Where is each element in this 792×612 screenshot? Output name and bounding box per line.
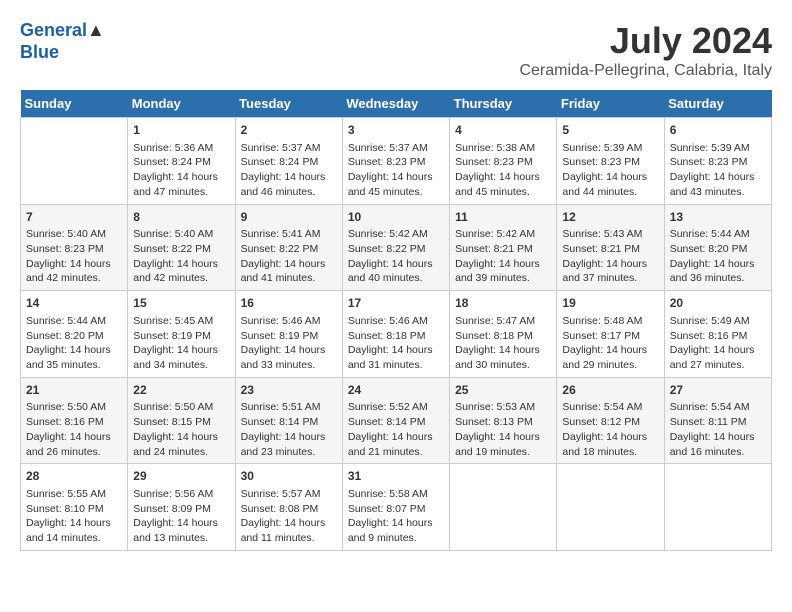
calendar-cell: 20Sunrise: 5:49 AMSunset: 8:16 PMDayligh…: [664, 291, 771, 378]
page-header: General▲ Blue July 2024 Ceramida-Pellegr…: [20, 20, 772, 80]
calendar-cell: 12Sunrise: 5:43 AMSunset: 8:21 PMDayligh…: [557, 204, 664, 291]
calendar-cell: 2Sunrise: 5:37 AMSunset: 8:24 PMDaylight…: [235, 118, 342, 205]
calendar-cell: [450, 464, 557, 551]
calendar-cell: 7Sunrise: 5:40 AMSunset: 8:23 PMDaylight…: [21, 204, 128, 291]
day-number: 18: [455, 295, 551, 312]
day-number: 14: [26, 295, 122, 312]
day-number: 15: [133, 295, 229, 312]
calendar-cell: [557, 464, 664, 551]
calendar-cell: 14Sunrise: 5:44 AMSunset: 8:20 PMDayligh…: [21, 291, 128, 378]
calendar-cell: 6Sunrise: 5:39 AMSunset: 8:23 PMDaylight…: [664, 118, 771, 205]
day-number: 16: [241, 295, 337, 312]
calendar-cell: 27Sunrise: 5:54 AMSunset: 8:11 PMDayligh…: [664, 377, 771, 464]
day-number: 31: [348, 468, 444, 485]
day-number: 17: [348, 295, 444, 312]
day-number: 19: [562, 295, 658, 312]
calendar-cell: 17Sunrise: 5:46 AMSunset: 8:18 PMDayligh…: [342, 291, 449, 378]
day-number: 27: [670, 382, 766, 399]
col-header-sunday: Sunday: [21, 90, 128, 118]
calendar-week-row: 14Sunrise: 5:44 AMSunset: 8:20 PMDayligh…: [21, 291, 772, 378]
calendar-week-row: 1Sunrise: 5:36 AMSunset: 8:24 PMDaylight…: [21, 118, 772, 205]
calendar-cell: [664, 464, 771, 551]
calendar-cell: 8Sunrise: 5:40 AMSunset: 8:22 PMDaylight…: [128, 204, 235, 291]
calendar-cell: 24Sunrise: 5:52 AMSunset: 8:14 PMDayligh…: [342, 377, 449, 464]
calendar-cell: 9Sunrise: 5:41 AMSunset: 8:22 PMDaylight…: [235, 204, 342, 291]
logo: General▲ Blue: [20, 20, 105, 63]
calendar-cell: 26Sunrise: 5:54 AMSunset: 8:12 PMDayligh…: [557, 377, 664, 464]
day-number: 24: [348, 382, 444, 399]
day-number: 20: [670, 295, 766, 312]
logo-text: General▲ Blue: [20, 20, 105, 63]
col-header-monday: Monday: [128, 90, 235, 118]
day-number: 23: [241, 382, 337, 399]
day-number: 12: [562, 209, 658, 226]
col-header-wednesday: Wednesday: [342, 90, 449, 118]
calendar-cell: 23Sunrise: 5:51 AMSunset: 8:14 PMDayligh…: [235, 377, 342, 464]
day-number: 22: [133, 382, 229, 399]
day-number: 5: [562, 122, 658, 139]
day-number: 26: [562, 382, 658, 399]
day-number: 13: [670, 209, 766, 226]
calendar-week-row: 21Sunrise: 5:50 AMSunset: 8:16 PMDayligh…: [21, 377, 772, 464]
calendar-cell: 15Sunrise: 5:45 AMSunset: 8:19 PMDayligh…: [128, 291, 235, 378]
calendar-cell: 18Sunrise: 5:47 AMSunset: 8:18 PMDayligh…: [450, 291, 557, 378]
day-number: 6: [670, 122, 766, 139]
calendar-table: SundayMondayTuesdayWednesdayThursdayFrid…: [20, 90, 772, 551]
day-number: 9: [241, 209, 337, 226]
calendar-cell: 13Sunrise: 5:44 AMSunset: 8:20 PMDayligh…: [664, 204, 771, 291]
calendar-week-row: 7Sunrise: 5:40 AMSunset: 8:23 PMDaylight…: [21, 204, 772, 291]
calendar-cell: 29Sunrise: 5:56 AMSunset: 8:09 PMDayligh…: [128, 464, 235, 551]
day-number: 11: [455, 209, 551, 226]
day-number: 29: [133, 468, 229, 485]
calendar-week-row: 28Sunrise: 5:55 AMSunset: 8:10 PMDayligh…: [21, 464, 772, 551]
day-number: 1: [133, 122, 229, 139]
calendar-cell: 31Sunrise: 5:58 AMSunset: 8:07 PMDayligh…: [342, 464, 449, 551]
day-number: 4: [455, 122, 551, 139]
calendar-cell: 21Sunrise: 5:50 AMSunset: 8:16 PMDayligh…: [21, 377, 128, 464]
calendar-cell: 16Sunrise: 5:46 AMSunset: 8:19 PMDayligh…: [235, 291, 342, 378]
calendar-cell: [21, 118, 128, 205]
day-number: 28: [26, 468, 122, 485]
day-number: 2: [241, 122, 337, 139]
calendar-cell: 11Sunrise: 5:42 AMSunset: 8:21 PMDayligh…: [450, 204, 557, 291]
day-number: 10: [348, 209, 444, 226]
location: Ceramida-Pellegrina, Calabria, Italy: [519, 62, 772, 80]
day-number: 7: [26, 209, 122, 226]
col-header-thursday: Thursday: [450, 90, 557, 118]
day-number: 25: [455, 382, 551, 399]
calendar-cell: 10Sunrise: 5:42 AMSunset: 8:22 PMDayligh…: [342, 204, 449, 291]
day-number: 3: [348, 122, 444, 139]
month-year: July 2024: [519, 20, 772, 62]
col-header-tuesday: Tuesday: [235, 90, 342, 118]
col-header-friday: Friday: [557, 90, 664, 118]
calendar-cell: 30Sunrise: 5:57 AMSunset: 8:08 PMDayligh…: [235, 464, 342, 551]
calendar-cell: 5Sunrise: 5:39 AMSunset: 8:23 PMDaylight…: [557, 118, 664, 205]
calendar-cell: 1Sunrise: 5:36 AMSunset: 8:24 PMDaylight…: [128, 118, 235, 205]
title-block: July 2024 Ceramida-Pellegrina, Calabria,…: [519, 20, 772, 80]
col-header-saturday: Saturday: [664, 90, 771, 118]
day-number: 8: [133, 209, 229, 226]
calendar-cell: 25Sunrise: 5:53 AMSunset: 8:13 PMDayligh…: [450, 377, 557, 464]
calendar-cell: 28Sunrise: 5:55 AMSunset: 8:10 PMDayligh…: [21, 464, 128, 551]
calendar-cell: 19Sunrise: 5:48 AMSunset: 8:17 PMDayligh…: [557, 291, 664, 378]
calendar-header-row: SundayMondayTuesdayWednesdayThursdayFrid…: [21, 90, 772, 118]
calendar-cell: 4Sunrise: 5:38 AMSunset: 8:23 PMDaylight…: [450, 118, 557, 205]
day-number: 30: [241, 468, 337, 485]
calendar-cell: 22Sunrise: 5:50 AMSunset: 8:15 PMDayligh…: [128, 377, 235, 464]
calendar-cell: 3Sunrise: 5:37 AMSunset: 8:23 PMDaylight…: [342, 118, 449, 205]
day-number: 21: [26, 382, 122, 399]
